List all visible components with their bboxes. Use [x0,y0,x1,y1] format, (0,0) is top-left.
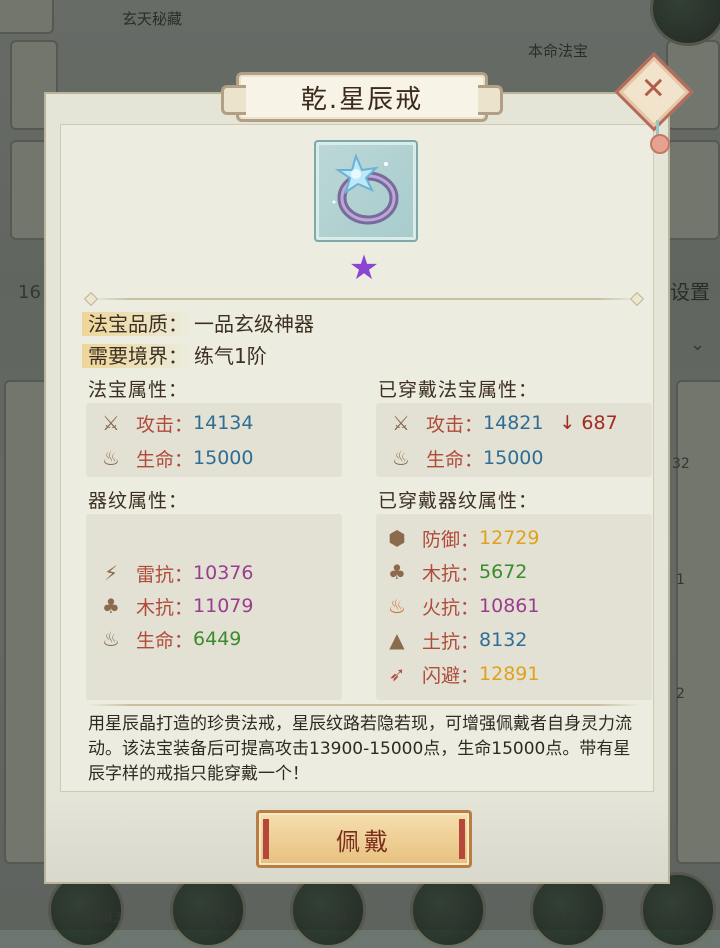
attr-row: ⚔ 攻击： 14821 ↓ 687 [388,408,618,438]
quality-label: 法宝品质： [82,312,194,336]
item-description: 用星辰晶打造的珍贵法戒，星辰纹路若隐若现，可增强佩戴者自身灵力流动。该法宝装备后… [88,714,632,784]
attr-name: 生命： [136,448,194,471]
attack-icon: ⚔ [102,411,120,435]
pattern-row: ♣ 木抗： 5672 [384,557,527,587]
attr-name: 生命： [426,448,484,471]
attr-value: 12729 [479,527,540,549]
attr-value: 12891 [479,663,540,685]
pattern-row: ♣ 木抗： 11079 [98,591,253,621]
realm-label: 需要境界： [82,344,194,368]
attr-value: 14134 [193,412,254,434]
equipped-pattern-heading: 已穿戴器纹属性： [378,490,539,512]
attr-name: 木抗： [136,596,194,619]
ring-icon [332,153,399,225]
equipped-attributes-heading: 已穿戴法宝属性： [378,379,539,401]
divider [88,298,640,300]
life-icon: ♨ [392,446,410,470]
attr-name: 防御： [422,528,480,551]
thunder-icon: ⚡ [103,561,119,585]
realm-value: 练气1阶 [194,344,267,368]
attr-name: 生命： [136,629,194,652]
wear-button-label[interactable]: 佩戴 [336,822,392,857]
fire-icon: ♨ [388,594,406,618]
attack-icon: ⚔ [392,411,410,435]
wood-icon: ♣ [388,560,406,584]
attr-value: 6449 [193,628,242,650]
attr-name: 攻击： [136,413,194,436]
pattern-row: ⬢ 防御： 12729 [384,523,539,553]
item-attributes-heading: 法宝属性： [88,379,189,401]
tassel-decoration [650,134,670,154]
attr-value: 15000 [193,447,254,469]
attr-name: 闪避： [422,664,480,687]
life-icon: ♨ [102,446,120,470]
star-rating-icon: ★ [348,248,380,288]
pattern-row: ⚡ 雷抗： 10376 [98,558,254,588]
close-icon[interactable]: ✕ [641,72,666,107]
attr-name: 雷抗： [136,563,194,586]
realm-row: 需要境界： 练气1阶 [82,340,267,369]
dialog-title: 乾.星辰戒 [300,84,424,115]
pattern-row: ➶ 闪避： 12891 [384,659,540,689]
attr-value: 10861 [479,595,540,617]
attr-value: 14821 [483,412,544,434]
wood-icon: ♣ [102,594,120,618]
pattern-row: ♨ 生命： 6449 [98,624,241,654]
attr-value: 15000 [483,447,544,469]
item-pattern-heading: 器纹属性： [88,490,189,512]
earth-icon: ▲ [389,628,405,652]
attr-value: 10376 [193,562,254,584]
item-icon-frame [314,140,418,242]
divider [88,704,640,706]
attr-name: 火抗： [422,596,480,619]
attr-value: 11079 [193,595,254,617]
defense-icon: ⬢ [388,526,406,550]
attr-row: ♨ 生命： 15000 [388,443,543,473]
attr-name: 攻击： [426,413,484,436]
attr-value: 8132 [479,629,528,651]
wear-button[interactable]: 佩戴 [256,810,472,868]
pattern-row: ▲ 土抗： 8132 [384,625,527,655]
quality-row: 法宝品质： 一品玄级神器 [82,308,314,337]
quality-value: 一品玄级神器 [194,312,314,336]
pattern-row: ♨ 火抗： 10861 [384,591,539,621]
attr-row: ⚔ 攻击： 14134 [98,408,253,438]
attr-value: 5672 [479,561,528,583]
attr-name: 木抗： [422,562,480,585]
life-icon: ♨ [102,627,120,651]
title-plate: 乾.星辰戒 [221,72,503,122]
dodge-icon: ➶ [388,662,406,686]
attr-name: 土抗： [422,630,480,653]
attr-diff: ↓ 687 [559,412,618,434]
attr-row: ♨ 生命： 15000 [98,443,253,473]
